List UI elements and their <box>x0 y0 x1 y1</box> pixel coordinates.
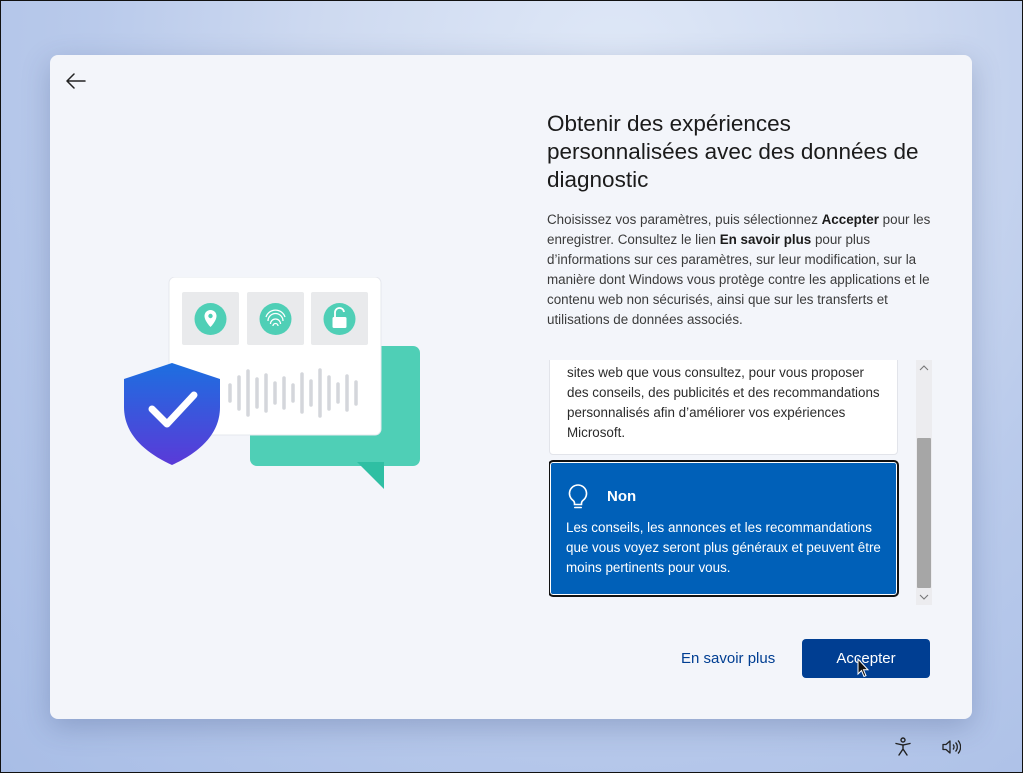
option-no[interactable]: Non Les conseils, les annonces et les re… <box>549 460 899 597</box>
option-yes-description: sites web que vous consultez, pour vous … <box>567 365 880 440</box>
description: Choisissez vos paramètres, puis sélectio… <box>547 212 931 327</box>
scroll-down-icon[interactable] <box>916 589 932 605</box>
unlock-icon <box>323 303 356 335</box>
scroll-up-icon[interactable] <box>916 360 932 376</box>
option-no-title: Non <box>607 488 637 505</box>
page-title: Obtenir des expériences personnalisées a… <box>547 111 919 192</box>
privacy-illustration <box>124 277 420 489</box>
mouse-cursor-icon <box>857 658 869 678</box>
location-pin-icon <box>194 303 227 335</box>
option-yes[interactable]: sites web que vous consultez, pour vous … <box>549 360 898 455</box>
scrollbar[interactable] <box>916 360 932 605</box>
accessibility-icon[interactable] <box>892 736 914 758</box>
learn-more-link[interactable]: En savoir plus <box>681 650 775 667</box>
lightbulb-icon <box>567 483 589 516</box>
option-no-description: Les conseils, les annonces et les recomm… <box>566 520 881 575</box>
scrollbar-thumb[interactable] <box>917 438 931 588</box>
fingerprint-icon <box>259 303 292 335</box>
oobe-dialog: Obtenir des expériences personnalisées a… <box>50 55 972 719</box>
shield-check-icon <box>124 363 220 465</box>
back-arrow-icon[interactable] <box>64 69 88 93</box>
volume-icon[interactable] <box>940 736 962 758</box>
options-list[interactable]: sites web que vous consultez, pour vous … <box>549 360 933 605</box>
